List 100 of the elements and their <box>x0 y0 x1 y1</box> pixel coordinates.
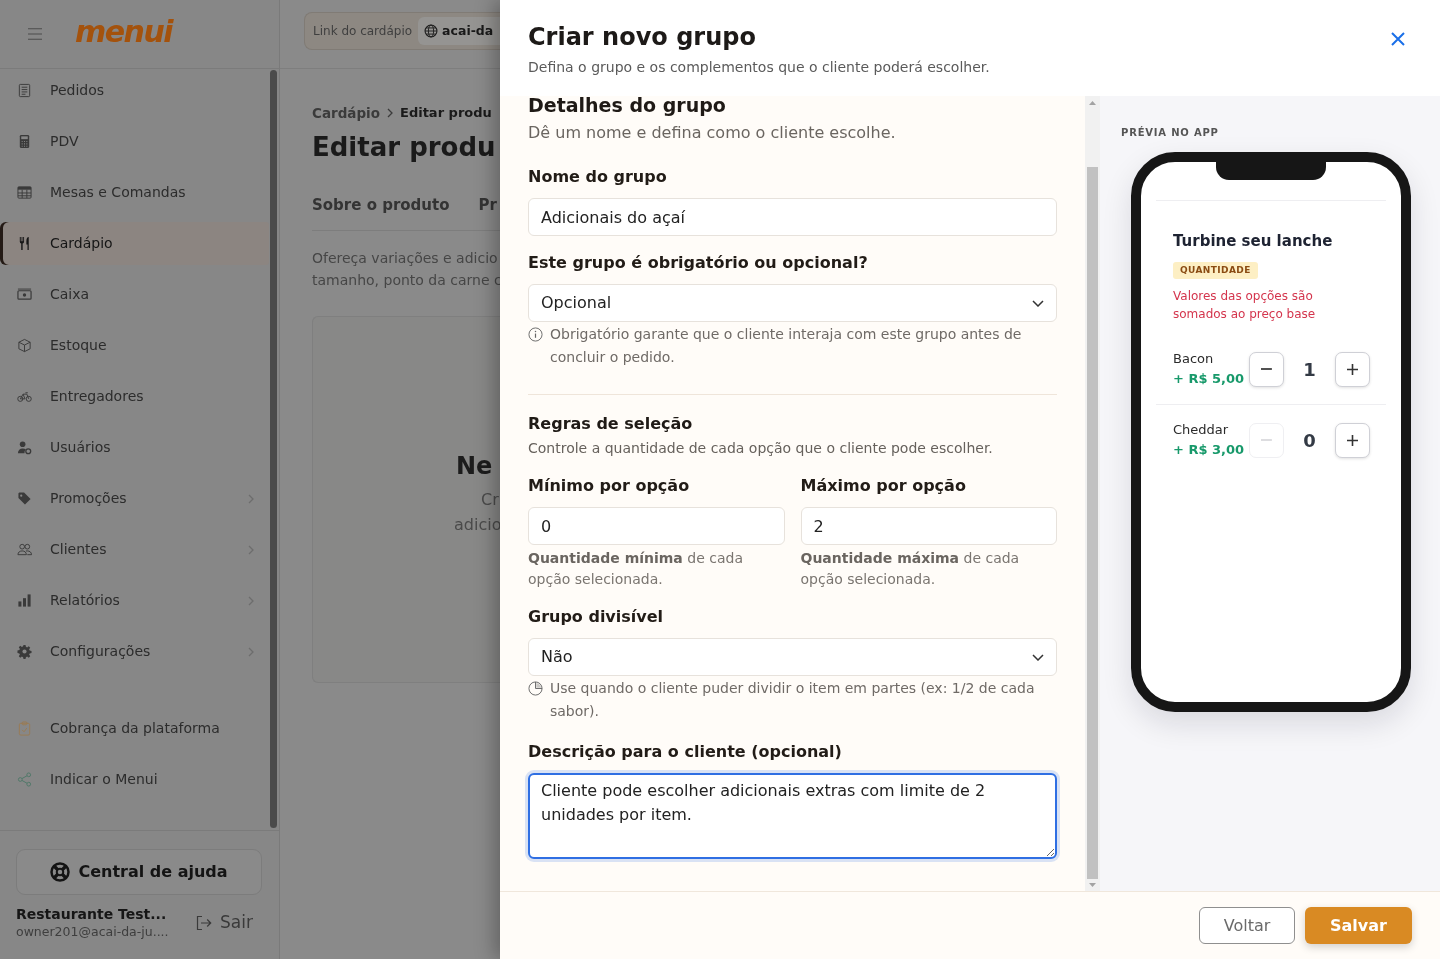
field-label: Mínimo por opção <box>528 475 691 497</box>
sidebar-item[interactable]: Caixa <box>0 273 269 316</box>
chevron-down-icon <box>1032 653 1044 661</box>
sidebar-item[interactable]: Configurações <box>0 630 269 673</box>
sidebar-item[interactable]: PDV <box>0 120 269 163</box>
sidebar-item[interactable]: Cardápio <box>0 222 269 265</box>
field-hint: Obrigatório garante que o cliente interaja com este grupo antes de concluir o pedido. <box>550 325 1023 367</box>
fork-knife-icon <box>17 236 32 251</box>
back-button[interactable]: Voltar <box>1199 907 1295 944</box>
minus-icon <box>1261 368 1272 370</box>
option-price: + R$ 3,00 <box>1173 441 1246 459</box>
section-subtitle: Dê um nome e defina como o cliente escolhe. <box>528 122 897 144</box>
field-label: Grupo divisível <box>528 606 665 628</box>
account-email: owner201@acai-da-ju.... <box>16 923 169 940</box>
option-name: Bacon <box>1173 350 1215 368</box>
help-button[interactable]: Central de ajuda <box>16 849 262 895</box>
sidebar-item[interactable]: Cobrança da plataforma <box>0 707 269 750</box>
text-input[interactable]: 2 <box>800 507 1057 545</box>
brand-logo: menui <box>75 17 173 51</box>
field-label: Descrição para o cliente (opcional) <box>528 741 843 763</box>
plus-icon <box>1347 434 1358 446</box>
chevron-right-icon <box>248 544 254 555</box>
arrow-up-icon <box>1089 101 1096 105</box>
pie-chart-icon <box>528 681 543 696</box>
intro-text: Ofereça variações e adicio tamanho, ponto da carne c <box>312 249 500 290</box>
chevron-right-icon <box>248 646 254 657</box>
section-title: Regras de seleção <box>528 413 694 435</box>
field-label: Este grupo é obrigatório ou opcional? <box>528 252 869 274</box>
logout-icon <box>196 914 213 931</box>
save-button[interactable]: Salvar <box>1305 907 1412 944</box>
sidebar-item[interactable]: Relatórios <box>0 579 269 622</box>
field-hint: Use quando o cliente puder dividir o item em partes (ex: 1/2 de cada sabor). <box>550 679 1036 721</box>
group-title: Turbine seu lanche <box>1173 231 1334 251</box>
lifebuoy-icon <box>50 862 71 882</box>
empty-state-title: Ne <box>456 451 494 482</box>
breadcrumb-link[interactable]: Cardápio <box>312 102 380 124</box>
menu-icon[interactable] <box>28 27 42 41</box>
people-icon <box>17 542 32 557</box>
sidebar-item[interactable]: Entregadores <box>0 375 269 418</box>
section-title: Detalhes do grupo <box>528 96 727 115</box>
select-field[interactable]: Opcional <box>528 284 1057 322</box>
info-icon <box>528 327 543 342</box>
quantity-value: 1 <box>1302 357 1317 382</box>
tab[interactable]: Sobre o produto <box>312 194 450 231</box>
option-name: Cheddar <box>1173 421 1230 439</box>
page-title: Editar produ <box>312 131 497 164</box>
text-input[interactable]: Adicionais do açaí <box>528 198 1057 236</box>
sidebar-item[interactable]: Mesas e Comandas <box>0 171 269 214</box>
calculator-icon <box>17 134 32 149</box>
globe-icon <box>424 24 439 38</box>
sidebar-item[interactable]: Estoque <box>0 324 269 367</box>
sidebar-item[interactable]: Indicar o Menui <box>0 758 269 801</box>
logout-link[interactable]: Sair <box>196 909 253 936</box>
scrollbar-thumb[interactable] <box>270 70 277 828</box>
field-hint: Quantidade máxima de cada opção selecionada. <box>800 549 1021 589</box>
tab[interactable]: Pr <box>478 194 497 231</box>
chevron-down-icon <box>1032 299 1044 307</box>
sidebar-item[interactable]: Promoções <box>0 477 269 520</box>
quantity-value: 0 <box>1302 428 1317 453</box>
minus-icon <box>1261 439 1272 441</box>
banknote-icon <box>17 287 32 302</box>
field-hint: Quantidade mínima de cada opção selecionada. <box>528 549 744 589</box>
clipboard-check-icon <box>17 721 32 736</box>
scrollbar-track[interactable] <box>1085 96 1100 891</box>
chevron-right-icon <box>248 595 254 606</box>
sidebar-item[interactable]: Clientes <box>0 528 269 571</box>
menu-link-chip[interactable]: acai-da <box>418 17 500 45</box>
price-note: Valores das opções são somados ao preço base <box>1173 288 1317 323</box>
close-icon[interactable] <box>1391 32 1405 46</box>
scrollbar-thumb[interactable] <box>1087 167 1098 879</box>
receipt-icon <box>17 83 32 98</box>
increase-button[interactable] <box>1335 351 1370 387</box>
chevron-right-icon <box>387 108 393 118</box>
modal-subtitle: Defina o grupo e os complementos que o cliente poderá escolher. <box>528 58 990 77</box>
cube-icon <box>17 338 32 353</box>
preview-label: PRÉVIA NO APP <box>1121 126 1220 140</box>
section-subtitle: Controle a quantidade de cada opção que o cliente pode escolher. <box>528 439 994 458</box>
arrow-down-icon <box>1089 883 1096 887</box>
account-name: Restaurante Test... <box>16 905 168 923</box>
bar-chart-icon <box>17 593 32 608</box>
field-label: Máximo por opção <box>800 475 967 497</box>
description-textarea[interactable]: Cliente pode escolher adicionais extras com limite de 2 unidades por item. <box>528 773 1057 859</box>
chevron-right-icon <box>248 493 254 504</box>
table-grid-icon <box>17 185 32 200</box>
gear-icon <box>17 644 32 659</box>
increase-button[interactable] <box>1335 422 1370 458</box>
option-price: + R$ 5,00 <box>1173 370 1246 388</box>
bicycle-icon <box>17 389 32 404</box>
sidebar-item[interactable]: Usuários <box>0 426 269 469</box>
decrease-button[interactable] <box>1249 351 1284 387</box>
text-input[interactable]: 0 <box>528 507 785 545</box>
field-label: Nome do grupo <box>528 166 668 188</box>
sidebar-item[interactable]: Pedidos <box>0 69 269 112</box>
modal-title: Criar novo grupo <box>528 22 757 52</box>
select-field[interactable]: Não <box>528 638 1057 676</box>
breadcrumb-current: Editar produ <box>400 104 492 123</box>
share-icon <box>17 772 32 787</box>
quantity-badge: QUANTIDADE <box>1173 262 1258 279</box>
user-add-icon <box>17 440 32 455</box>
empty-state-text: Cr adicio <box>454 489 500 536</box>
